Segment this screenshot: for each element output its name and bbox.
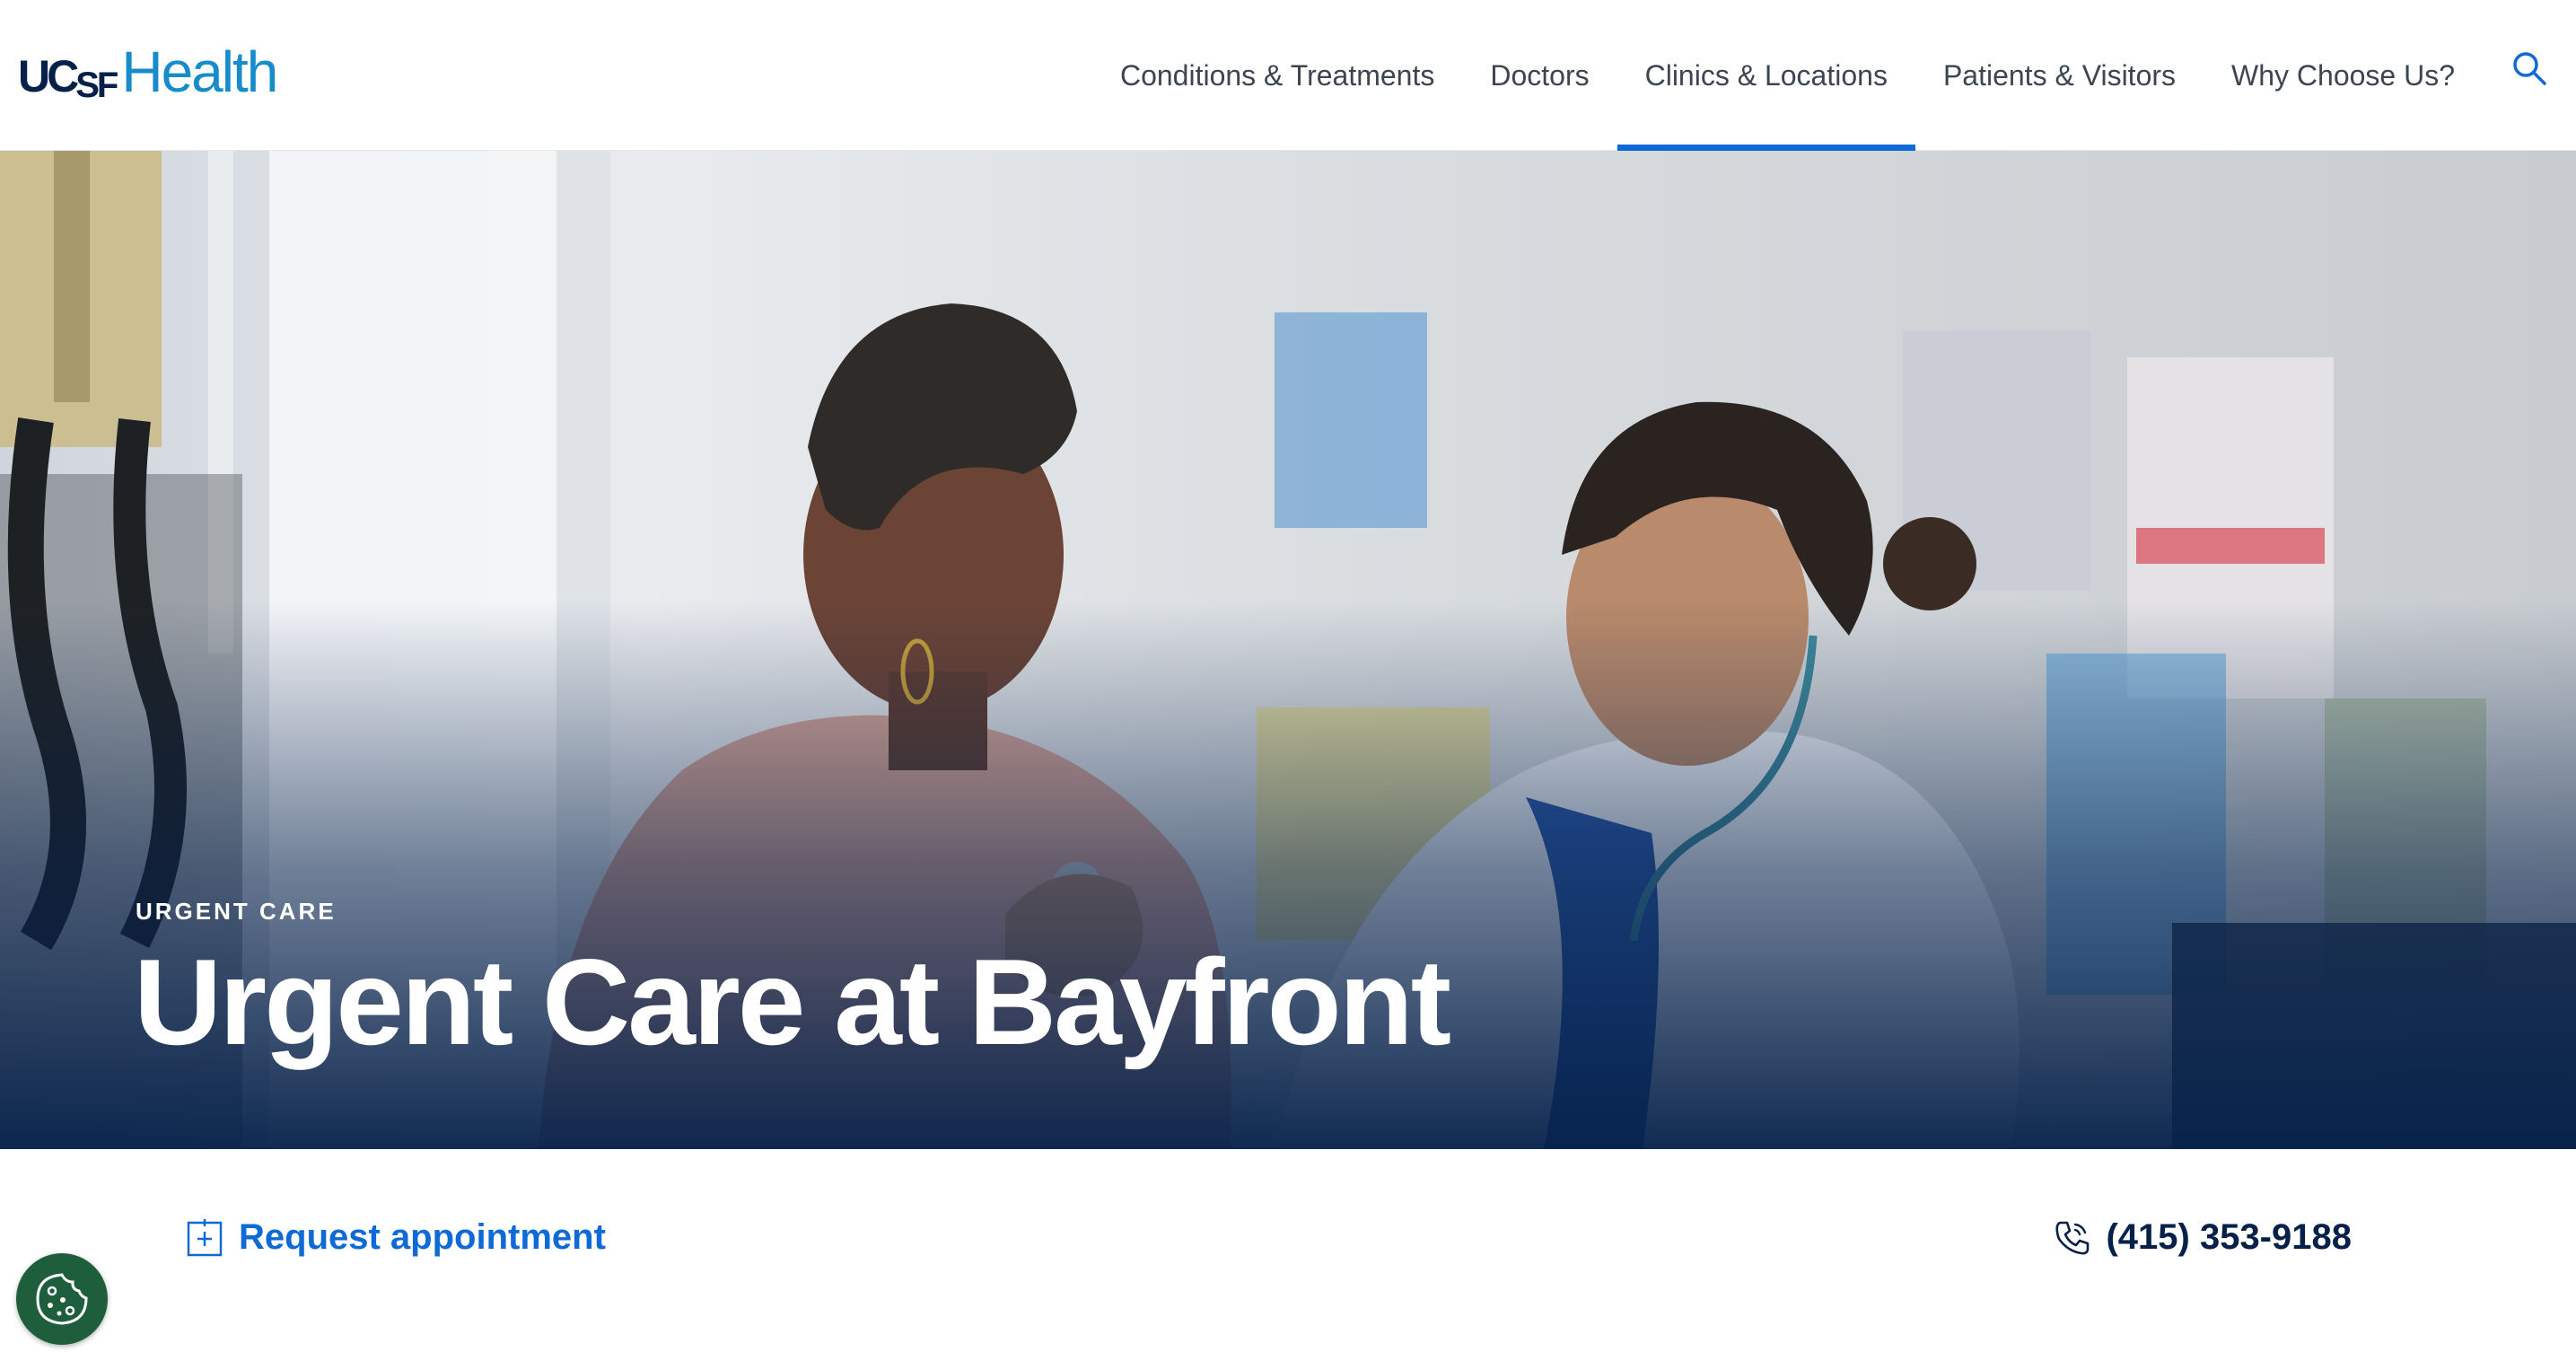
calendar-plus-icon (187, 1218, 223, 1256)
nav-label: Clinics & Locations (1644, 58, 1888, 92)
search-icon (2513, 52, 2546, 85)
nav-doctors[interactable]: Doctors (1462, 0, 1617, 151)
nav-label: Patients & Visitors (1942, 58, 2177, 92)
action-bar: Request appointment (415) 353-9188 (0, 1149, 2576, 1352)
nav-label: Doctors (1490, 58, 1590, 92)
cookie-settings-button[interactable] (16, 1253, 108, 1345)
nav-label: Conditions & Treatments (1119, 58, 1435, 92)
hero-banner: URGENT CARE Urgent Care at Bayfront (0, 151, 2576, 1149)
request-appointment-label: Request appointment (239, 1217, 606, 1257)
nav-clinics-locations[interactable]: Clinics & Locations (1617, 0, 1916, 151)
hero-eyebrow: URGENT CARE (136, 898, 337, 925)
site-header: UCSF Health Conditions & Treatments Doct… (0, 0, 2576, 151)
phone-number: (415) 353-9188 (2106, 1217, 2352, 1257)
request-appointment-link[interactable]: Request appointment (187, 1217, 606, 1258)
cookie-icon (36, 1273, 88, 1325)
phone-icon (2055, 1221, 2090, 1254)
nav-why-choose-us[interactable]: Why Choose Us? (2204, 0, 2483, 151)
nav-label: Why Choose Us? (2231, 58, 2455, 92)
main-nav: Conditions & Treatments Doctors Clinics … (1092, 0, 2483, 151)
page-title: Urgent Care at Bayfront (134, 934, 1451, 1070)
ucsf-health-logo[interactable]: UCSF Health (18, 40, 278, 105)
nav-conditions-treatments[interactable]: Conditions & Treatments (1092, 0, 1462, 151)
logo-health-text: Health (121, 40, 278, 104)
search-button[interactable] (2510, 48, 2549, 88)
nav-patients-visitors[interactable]: Patients & Visitors (1915, 0, 2204, 151)
phone-contact[interactable]: (415) 353-9188 (2054, 1217, 2352, 1258)
logo-ucsf-mark: UCSF (18, 51, 118, 105)
